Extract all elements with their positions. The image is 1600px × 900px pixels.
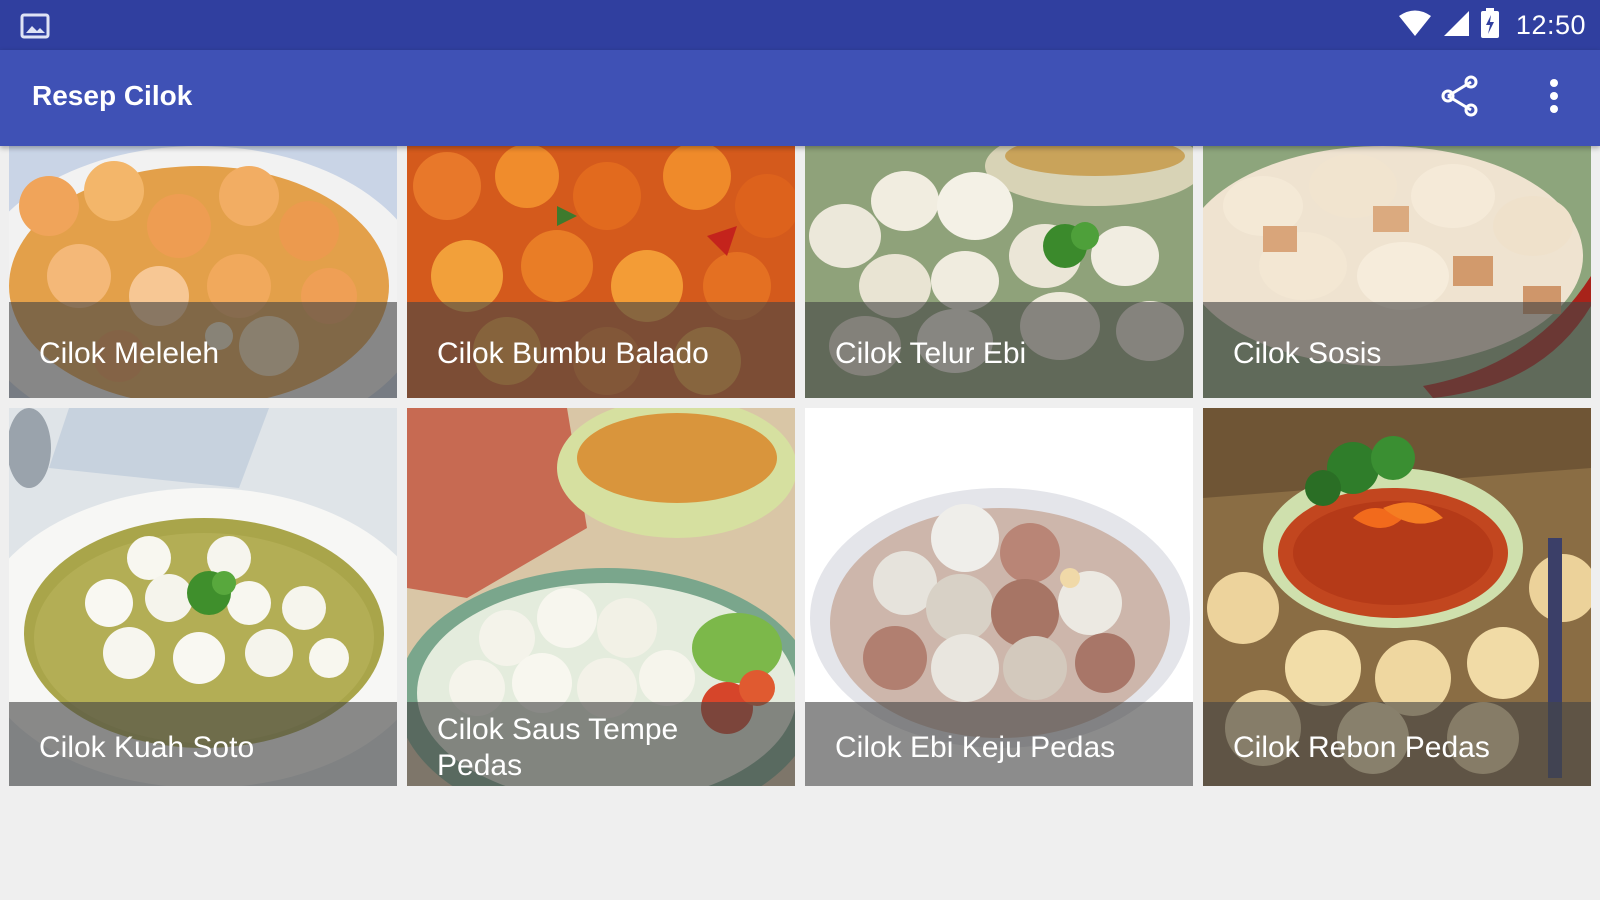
- more-vert-icon: [1549, 78, 1559, 119]
- recipe-title: Cilok Rebon Pedas: [1203, 702, 1591, 786]
- overflow-menu-button[interactable]: [1530, 74, 1578, 122]
- image-notification-icon: [20, 13, 50, 44]
- recipe-card[interactable]: Cilok Bumbu Balado: [407, 146, 795, 398]
- recipe-title: Cilok Telur Ebi: [805, 302, 1193, 398]
- recipe-title: Cilok Meleleh: [9, 302, 397, 398]
- recipe-title: Cilok Saus Tempe Pedas: [407, 702, 795, 786]
- recipe-card[interactable]: Cilok Ebi Keju Pedas: [805, 408, 1193, 786]
- recipe-title: Cilok Ebi Keju Pedas: [805, 702, 1193, 786]
- status-icons: 12:50: [1398, 0, 1586, 50]
- app-title: Resep Cilok: [32, 80, 193, 111]
- recipe-card[interactable]: Cilok Telur Ebi: [805, 146, 1193, 398]
- share-button[interactable]: [1436, 74, 1484, 122]
- share-icon: [1440, 75, 1480, 122]
- recipe-grid: Cilok Meleleh Cilok Bumbu Balado Cilok T…: [0, 146, 1600, 786]
- recipe-card[interactable]: Cilok Meleleh: [9, 146, 397, 398]
- recipe-card[interactable]: Cilok Sosis: [1203, 146, 1591, 398]
- recipe-title: Cilok Bumbu Balado: [407, 302, 795, 398]
- recipe-card[interactable]: Cilok Saus Tempe Pedas: [407, 408, 795, 786]
- recipe-title: Cilok Kuah Soto: [9, 702, 397, 786]
- recipe-card[interactable]: Cilok Kuah Soto: [9, 408, 397, 786]
- status-bar: 12:50: [0, 0, 1600, 50]
- app-bar: Resep Cilok: [0, 50, 1600, 146]
- recipe-card[interactable]: Cilok Rebon Pedas: [1203, 408, 1591, 786]
- signal-icon: [1442, 9, 1470, 42]
- wifi-icon: [1398, 9, 1432, 42]
- status-time: 12:50: [1515, 9, 1586, 40]
- app-bar-actions: [1436, 50, 1578, 146]
- battery-charging-icon: [1480, 7, 1500, 43]
- recipe-title: Cilok Sosis: [1203, 302, 1591, 398]
